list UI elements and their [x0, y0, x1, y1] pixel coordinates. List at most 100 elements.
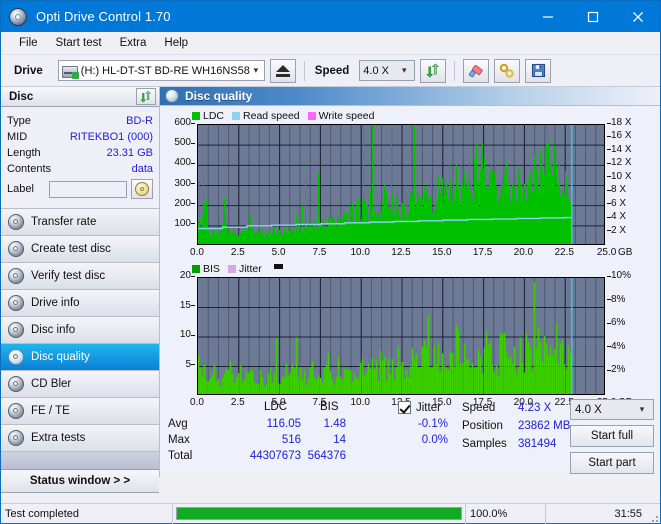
disc-row-key: Contents [7, 163, 52, 175]
start-full-button[interactable]: Start full [570, 425, 654, 447]
minimize-icon[interactable] [525, 1, 570, 32]
main-body: Disc Type BD-R MID RITEKBO1 (000) Length… [1, 87, 660, 493]
sidebar-item-transfer-rate[interactable]: Transfer rate [1, 209, 159, 236]
speed-stat-label: Speed [462, 402, 496, 414]
speed-select-value: 4.0 X [363, 64, 389, 77]
chevron-down-icon: ▾ [639, 404, 645, 414]
stats-max-ldc: 516 [281, 434, 301, 446]
disc-info-list: Type BD-R MID RITEKBO1 (000) Length 23.3… [1, 107, 159, 202]
tools-button[interactable] [494, 58, 521, 83]
progress-bar [176, 507, 462, 520]
chevron-down-icon: ▾ [402, 65, 407, 75]
eject-icon [275, 64, 290, 77]
bis-plot-area [197, 277, 605, 395]
stats-max-bis: 14 [333, 434, 346, 446]
status-window-button[interactable]: Status window > > [1, 469, 159, 493]
x-tick-label: 5.0 [271, 247, 286, 258]
y2-tick-label: 12 X [607, 157, 632, 169]
sidebar-item-fe-te[interactable]: FE / TE [1, 398, 159, 425]
ldc-plot-area [197, 124, 605, 245]
x-tick-label: 12.5 [391, 247, 411, 258]
test-speed-select[interactable]: 4.0 X ▾ [570, 399, 654, 420]
sidebar-item-label: Disc info [31, 324, 76, 336]
erase-button[interactable] [463, 58, 490, 83]
title-bar: Opti Drive Control 1.70 [1, 1, 660, 32]
y2-tick-label: 14 X [607, 143, 632, 155]
menu-item-extra[interactable]: Extra [111, 35, 156, 51]
y-tick-label: 10 [160, 329, 195, 340]
menu-item-file[interactable]: File [10, 35, 47, 51]
disc-panel-title: Disc [9, 90, 34, 103]
menu-item-start-test[interactable]: Start test [47, 35, 111, 51]
drive-icon [61, 64, 79, 79]
legend-label: LDC [203, 109, 225, 122]
sidebar-nav: Transfer rate Create test disc Verify te… [1, 208, 159, 493]
menu-bar: File Start test Extra Help [1, 32, 660, 55]
disc-row-contents: Contents data [7, 161, 153, 177]
menu-item-help[interactable]: Help [155, 35, 197, 51]
legend-bottom-chart: BIS Jitter [160, 262, 660, 275]
speed-label: Speed [314, 64, 350, 77]
jitter-label: Jitter [416, 402, 441, 414]
jitter-checkbox[interactable] [398, 401, 411, 417]
sidebar-item-disc-info[interactable]: Disc info [1, 317, 159, 344]
drive-select-value: (H:) HL-DT-ST BD-RE WH16NS58 TST4 [80, 64, 250, 77]
sidebar-item-label: CD Bler [31, 378, 72, 390]
legend-label: Write speed [318, 109, 375, 122]
save-button[interactable] [525, 58, 552, 83]
disc-row-mid: MID RITEKBO1 (000) [7, 129, 153, 145]
status-bar: Test completed 100.0% 31:55 [1, 503, 660, 524]
disc-row-value: data [131, 163, 153, 175]
drive-select[interactable]: (H:) HL-DT-ST BD-RE WH16NS58 TST4 ▾ [57, 60, 265, 81]
resize-grip[interactable] [646, 504, 660, 524]
legend-label: Read speed [243, 109, 300, 122]
refresh-button[interactable] [420, 58, 447, 83]
legend-swatch [232, 111, 241, 120]
sidebar-item-verify-test-disc[interactable]: Verify test disc [1, 263, 159, 290]
legend-label: BIS [203, 262, 220, 275]
y2-tick-label: 16 X [607, 130, 632, 142]
legend-top-chart: LDC Read speed Write speed [160, 109, 660, 122]
start-part-button[interactable]: Start part [570, 452, 654, 474]
maximize-icon[interactable] [570, 1, 615, 32]
sidebar-item-extra-tests[interactable]: Extra tests [1, 425, 159, 452]
disc-label-button[interactable] [131, 179, 153, 199]
eject-button[interactable] [269, 58, 296, 83]
content-panel: Disc quality LDC Read speed Write speed [160, 87, 660, 477]
y2-tick-label: 2% [606, 364, 626, 376]
sidebar-item-drive-info[interactable]: Drive info [1, 290, 159, 317]
legend-item-jitter: Jitter [227, 263, 262, 275]
bis-chart: 51015202%4%6%8%10%0.02.55.07.510.012.515… [160, 270, 660, 415]
sidebar-item-disc-quality[interactable]: Disc quality [1, 344, 159, 371]
disc-icon [8, 349, 24, 365]
stats-total-ldc: 44307673 [249, 450, 301, 462]
window-title: Opti Drive Control 1.70 [36, 9, 171, 24]
drive-toolbar: Drive (H:) HL-DT-ST BD-RE WH16NS58 TST4 … [1, 55, 660, 87]
disc-panel-header: Disc [1, 87, 159, 107]
sidebar: Disc Type BD-R MID RITEKBO1 (000) Length… [1, 87, 160, 493]
jitter-value-1: -0.1% [417, 418, 448, 430]
legend-item-ldc: LDC [192, 110, 224, 122]
stats-row-total-label: Total [168, 450, 193, 462]
disc-icon [8, 403, 24, 419]
y2-tick-label: 10% [606, 270, 632, 281]
samples-stat-value: 381494 [518, 438, 557, 450]
sidebar-item-create-test-disc[interactable]: Create test disc [1, 236, 159, 263]
disc-icon [135, 182, 149, 196]
speed-select[interactable]: 4.0 X ▾ [359, 60, 416, 81]
disc-row-key: Type [7, 115, 31, 127]
sidebar-item-cd-bler[interactable]: CD Bler [1, 371, 159, 398]
x-tick-label: 22.5 [554, 247, 574, 258]
y-tick-label: 400 [160, 157, 195, 168]
disc-label-input[interactable] [49, 180, 127, 198]
stats-col-bis-header: BIS [320, 401, 339, 413]
status-message: Test completed [1, 503, 173, 524]
eraser-icon [469, 64, 483, 77]
page-title: Disc quality [185, 89, 253, 103]
close-icon[interactable] [615, 1, 660, 32]
y-tick-label: 600 [160, 117, 195, 128]
y-tick-label: 15 [160, 300, 195, 311]
disc-row-key: MID [7, 131, 28, 143]
legend-swatch [227, 264, 236, 273]
disc-refresh-button[interactable] [136, 88, 156, 105]
